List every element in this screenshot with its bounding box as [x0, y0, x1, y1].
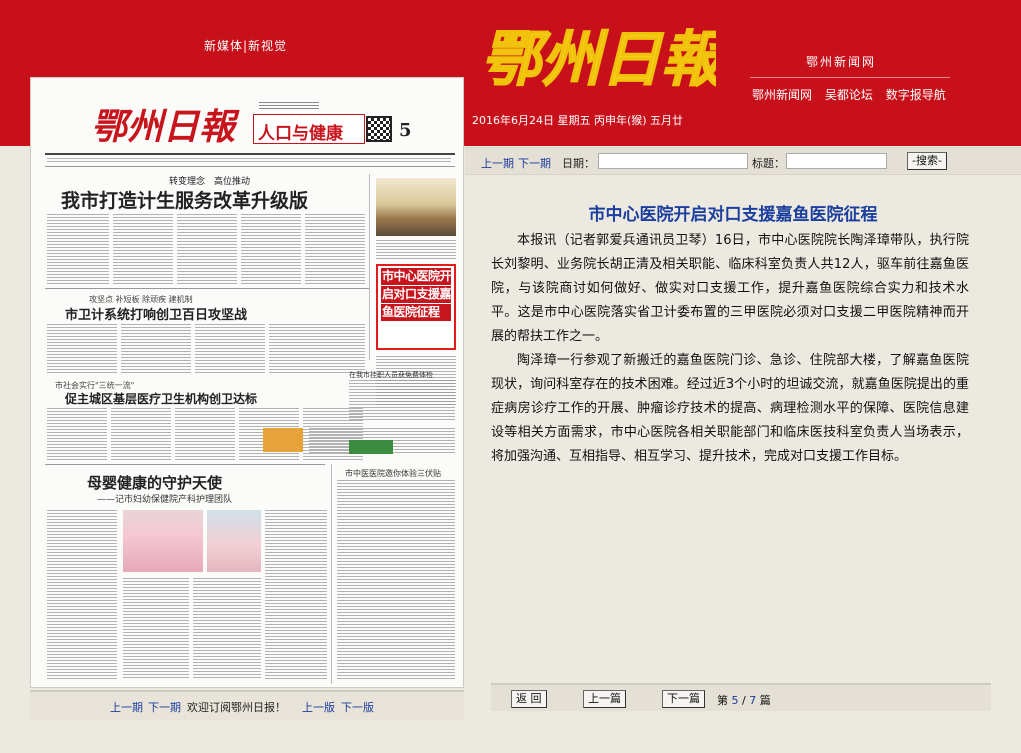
date-input[interactable] — [598, 153, 748, 169]
masthead-rule — [45, 153, 455, 155]
story5-headline: 在我市挂职人员获免费体检 — [349, 371, 433, 379]
prev-article-button[interactable]: 上一篇 — [583, 690, 626, 708]
story2-headline: 市卫计系统打响创卫百日攻坚战 — [65, 308, 248, 323]
story1-text — [305, 214, 365, 284]
article-title: 市中心医院开启对口支援嘉鱼医院征程 — [588, 205, 878, 225]
story6-text — [337, 480, 455, 680]
qr-code-icon — [366, 116, 392, 142]
section-rule — [45, 464, 325, 465]
masthead-info-line — [47, 158, 451, 162]
page-pager: 上一期 下一期 欢迎订阅鄂州日报！ 上一版 下一版 — [30, 690, 464, 720]
svg-text:鄂州日報: 鄂州日報 — [486, 25, 716, 95]
story1-text — [241, 214, 301, 284]
article-counter-suffix: 篇 — [759, 694, 771, 707]
bottom-prev-issue-link[interactable]: 上一期 — [110, 699, 143, 715]
story3-text — [111, 408, 171, 460]
story1-headline: 我市打造计生服务改革升级版 — [61, 190, 309, 212]
page-section-title: 人口与健康 — [258, 124, 343, 144]
story5-text — [349, 380, 455, 420]
title-input[interactable] — [786, 153, 887, 169]
header-tagline: 新媒体|新视觉 — [204, 39, 288, 53]
nurses-photo — [123, 510, 203, 572]
page-section-box: 人口与健康 — [253, 114, 365, 144]
section-rule — [45, 288, 369, 289]
article-paragraph: 本报讯（记者郭爱兵通讯员卫琴）16日，市中心医院院长陶泽璋带队，执行院长刘黎明、… — [491, 233, 969, 344]
story2-text — [47, 324, 117, 374]
story4-headline: 母婴健康的守护天使 — [87, 474, 223, 492]
story4-subhead: ——记市妇幼保健院产科护理团队 — [97, 495, 233, 505]
article-counter-separator: / — [742, 694, 746, 707]
page-masthead-note — [259, 102, 319, 110]
masthead-rule-2 — [45, 166, 455, 167]
story2-text — [195, 324, 265, 374]
back-button[interactable]: 返 回 — [511, 690, 547, 708]
issue-date: 2016年6月24日 星期五 丙申年(猴) 五月廿 — [472, 114, 684, 127]
article-body: 本报讯（记者郭爱兵通讯员卫琴）16日，市中心医院院长陶泽璋带队，执行院长刘黎明、… — [491, 229, 969, 469]
header-link-news[interactable]: 鄂州新闻网 — [752, 88, 812, 102]
story2-text — [269, 324, 365, 374]
story4-text — [123, 578, 189, 678]
article-paragraph: 陶泽璋一行参观了新搬迁的嘉鱼医院门诊、急诊、住院部大楼，了解嘉鱼医院现状，询问科… — [491, 353, 969, 464]
header-link-digital[interactable]: 数字报导航 — [886, 88, 946, 102]
column-rule — [331, 464, 332, 684]
story1-text — [113, 214, 173, 284]
page-masthead: 鄂州日報 — [91, 106, 236, 148]
ad-banner — [263, 428, 303, 452]
highlighted-article-line2: 启对口支援嘉 — [381, 286, 451, 303]
story1-text — [177, 214, 237, 284]
highlighted-article-line3: 鱼医院征程 — [381, 304, 451, 321]
highlighted-article-box[interactable]: 市中心医院开 启对口支援嘉 鱼医院征程 — [376, 264, 456, 350]
search-nav-bar: 上一期 下一期 日期： 标题： -搜索- — [465, 147, 1021, 175]
bottom-next-issue-link[interactable]: 下一期 — [148, 699, 181, 715]
newspaper-page-image[interactable]: 鄂州日報 人口与健康 5 转变理念 高位推动 我市打造计生服务改革升级版 市中心… — [30, 77, 464, 688]
next-issue-link[interactable]: 下一期 — [518, 155, 551, 171]
story3-text — [47, 408, 107, 460]
story2-text — [121, 324, 191, 374]
column-rule — [369, 174, 370, 360]
tcm-logo — [349, 440, 393, 454]
story3-headline: 促主城区基层医疗卫生机构创卫达标 — [65, 392, 258, 406]
photo-caption — [376, 240, 456, 260]
page-number: 5 — [399, 120, 412, 141]
highlighted-article-line1: 市中心医院开 — [381, 268, 451, 285]
story4-text — [193, 578, 261, 678]
next-article-button[interactable]: 下一篇 — [662, 690, 705, 708]
nurse-baby-photo — [207, 510, 261, 572]
prev-page-link[interactable]: 上一版 — [302, 699, 335, 715]
prev-issue-link[interactable]: 上一期 — [481, 155, 514, 171]
next-page-link[interactable]: 下一版 — [341, 699, 374, 715]
title-label: 标题： — [752, 157, 785, 170]
site-logo[interactable]: 鄂州日報 — [486, 14, 716, 98]
search-button[interactable]: -搜索- — [907, 152, 947, 170]
site-name[interactable]: 鄂州新闻网 — [806, 53, 876, 70]
story1-text — [47, 214, 109, 284]
article-total: 7 — [749, 694, 757, 707]
header-divider — [750, 77, 950, 78]
story3-text — [175, 408, 235, 460]
header-links: 鄂州新闻网 吴都论坛 数字报导航 — [752, 86, 955, 103]
article-pager: 返 回 上一篇 下一篇 第 5 / 7 篇 — [491, 683, 991, 711]
article-counter-prefix: 第 — [717, 694, 728, 707]
header-link-forum[interactable]: 吴都论坛 — [825, 88, 873, 102]
date-label: 日期： — [562, 157, 595, 170]
article-counter: 第 5 / 7 篇 — [717, 692, 771, 708]
story4-text — [47, 510, 117, 680]
article-current: 5 — [731, 694, 739, 707]
meeting-photo — [376, 178, 456, 236]
story4-text — [265, 510, 327, 680]
subscribe-text: 欢迎订阅鄂州日报！ — [187, 701, 286, 714]
story6-headline: 市中医医院邀你体验三伏贴 — [345, 469, 441, 478]
